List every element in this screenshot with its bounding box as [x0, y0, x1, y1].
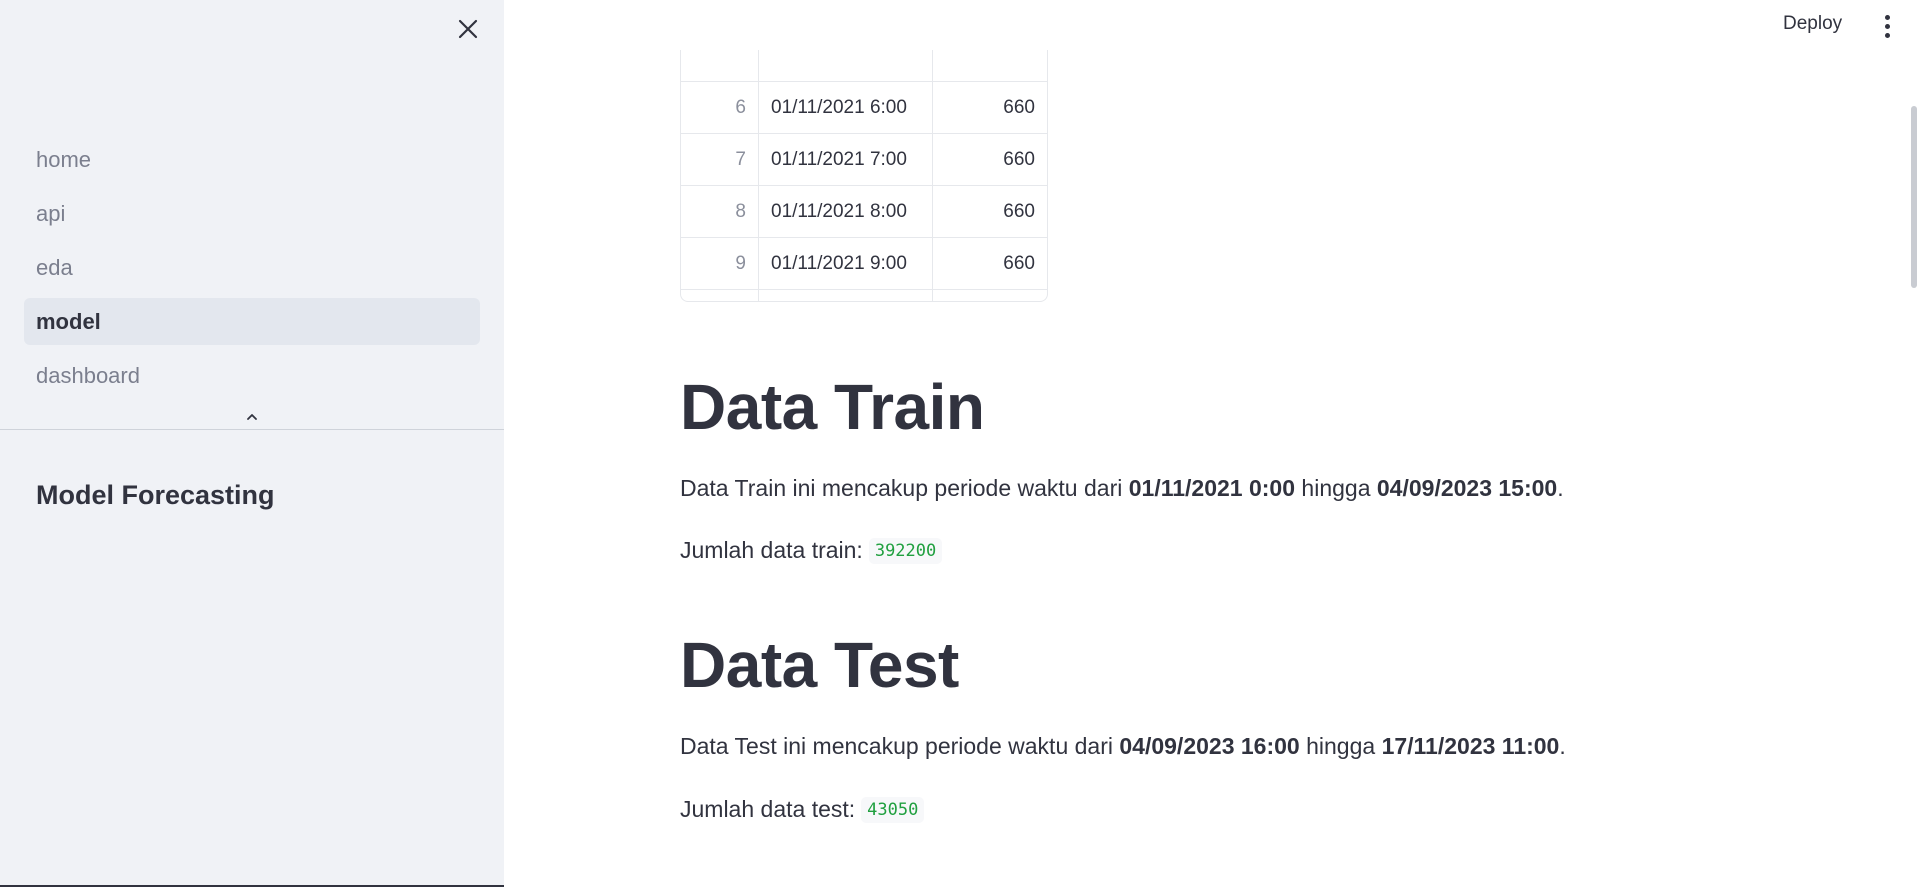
test-text-suffix: . — [1559, 733, 1566, 759]
row-date — [759, 50, 933, 81]
data-table[interactable]: 6 01/11/2021 6:00 660 7 01/11/2021 7:00 … — [680, 50, 1048, 302]
train-start: 01/11/2021 0:00 — [1128, 475, 1296, 501]
row-index — [681, 50, 759, 81]
test-count-label: Jumlah data test: — [680, 796, 856, 822]
sidebar: home api eda model dashboard Model Forec… — [0, 0, 504, 887]
table-row: 7 01/11/2021 7:00 660 — [681, 134, 1047, 186]
test-text-mid: hingga — [1299, 733, 1382, 759]
test-count: Jumlah data test: 43050 — [680, 796, 925, 823]
test-start: 04/09/2023 16:00 — [1119, 733, 1300, 759]
train-text-suffix: . — [1557, 475, 1564, 501]
train-text-mid: hingga — [1295, 475, 1377, 501]
row-value: 660 — [1003, 148, 1035, 170]
row-date: 01/11/2021 8:00 — [759, 186, 933, 237]
row-value: 660 — [1003, 96, 1035, 118]
test-end: 17/11/2023 11:00 — [1381, 733, 1560, 759]
row-date: 01/11/2021 6:00 — [759, 82, 933, 133]
row-value: 660 — [1003, 200, 1035, 222]
main-menu-button[interactable] — [1876, 12, 1898, 40]
chevron-up-icon — [247, 414, 257, 420]
sidebar-nav: home api eda model dashboard — [24, 136, 480, 406]
deploy-button[interactable]: Deploy — [1783, 13, 1842, 35]
sidebar-item-dashboard[interactable]: dashboard — [24, 352, 480, 399]
row-value — [933, 290, 1047, 301]
row-value — [933, 50, 1047, 81]
sidebar-item-eda[interactable]: eda — [24, 244, 480, 291]
table-row — [681, 290, 1047, 301]
train-description: Data Train ini mencakup periode waktu da… — [680, 475, 1564, 502]
table-row: 9 01/11/2021 9:00 660 — [681, 238, 1047, 290]
train-count-label: Jumlah data train: — [680, 537, 863, 563]
train-heading: Data Train — [680, 371, 985, 443]
row-index: 7 — [681, 134, 759, 185]
row-date — [759, 290, 933, 301]
close-sidebar-button[interactable] — [452, 13, 484, 45]
kebab-menu-icon — [1884, 14, 1890, 20]
kebab-dot — [1884, 23, 1890, 29]
sidebar-item-model[interactable]: model — [24, 298, 480, 345]
sidebar-title: Model Forecasting — [36, 480, 275, 510]
table-row: 8 01/11/2021 8:00 660 — [681, 186, 1047, 238]
test-count-value: 43050 — [861, 797, 925, 823]
row-index: 6 — [681, 82, 759, 133]
train-text-prefix: Data Train ini mencakup periode waktu da… — [680, 475, 1129, 501]
row-date: 01/11/2021 7:00 — [759, 134, 933, 185]
page-scrollbar[interactable] — [1911, 106, 1917, 288]
test-description: Data Test ini mencakup periode waktu dar… — [680, 733, 1566, 760]
row-index: 8 — [681, 186, 759, 237]
sidebar-divider — [0, 429, 504, 430]
train-count-value: 392200 — [868, 538, 943, 564]
row-date: 01/11/2021 9:00 — [759, 238, 933, 289]
table-row — [681, 50, 1047, 82]
close-icon — [458, 19, 478, 39]
collapse-nav-button[interactable] — [240, 408, 264, 426]
table-row: 6 01/11/2021 6:00 660 — [681, 82, 1047, 134]
test-text-prefix: Data Test ini mencakup periode waktu dar… — [680, 733, 1120, 759]
train-end: 04/09/2023 15:00 — [1376, 475, 1558, 501]
row-value: 660 — [1003, 252, 1035, 274]
sidebar-item-api[interactable]: api — [24, 190, 480, 237]
test-heading: Data Test — [680, 629, 959, 701]
row-index — [681, 290, 759, 301]
sidebar-item-home[interactable]: home — [24, 136, 480, 183]
train-count: Jumlah data train: 392200 — [680, 537, 943, 564]
row-index: 9 — [681, 238, 759, 289]
kebab-dot — [1884, 32, 1890, 38]
